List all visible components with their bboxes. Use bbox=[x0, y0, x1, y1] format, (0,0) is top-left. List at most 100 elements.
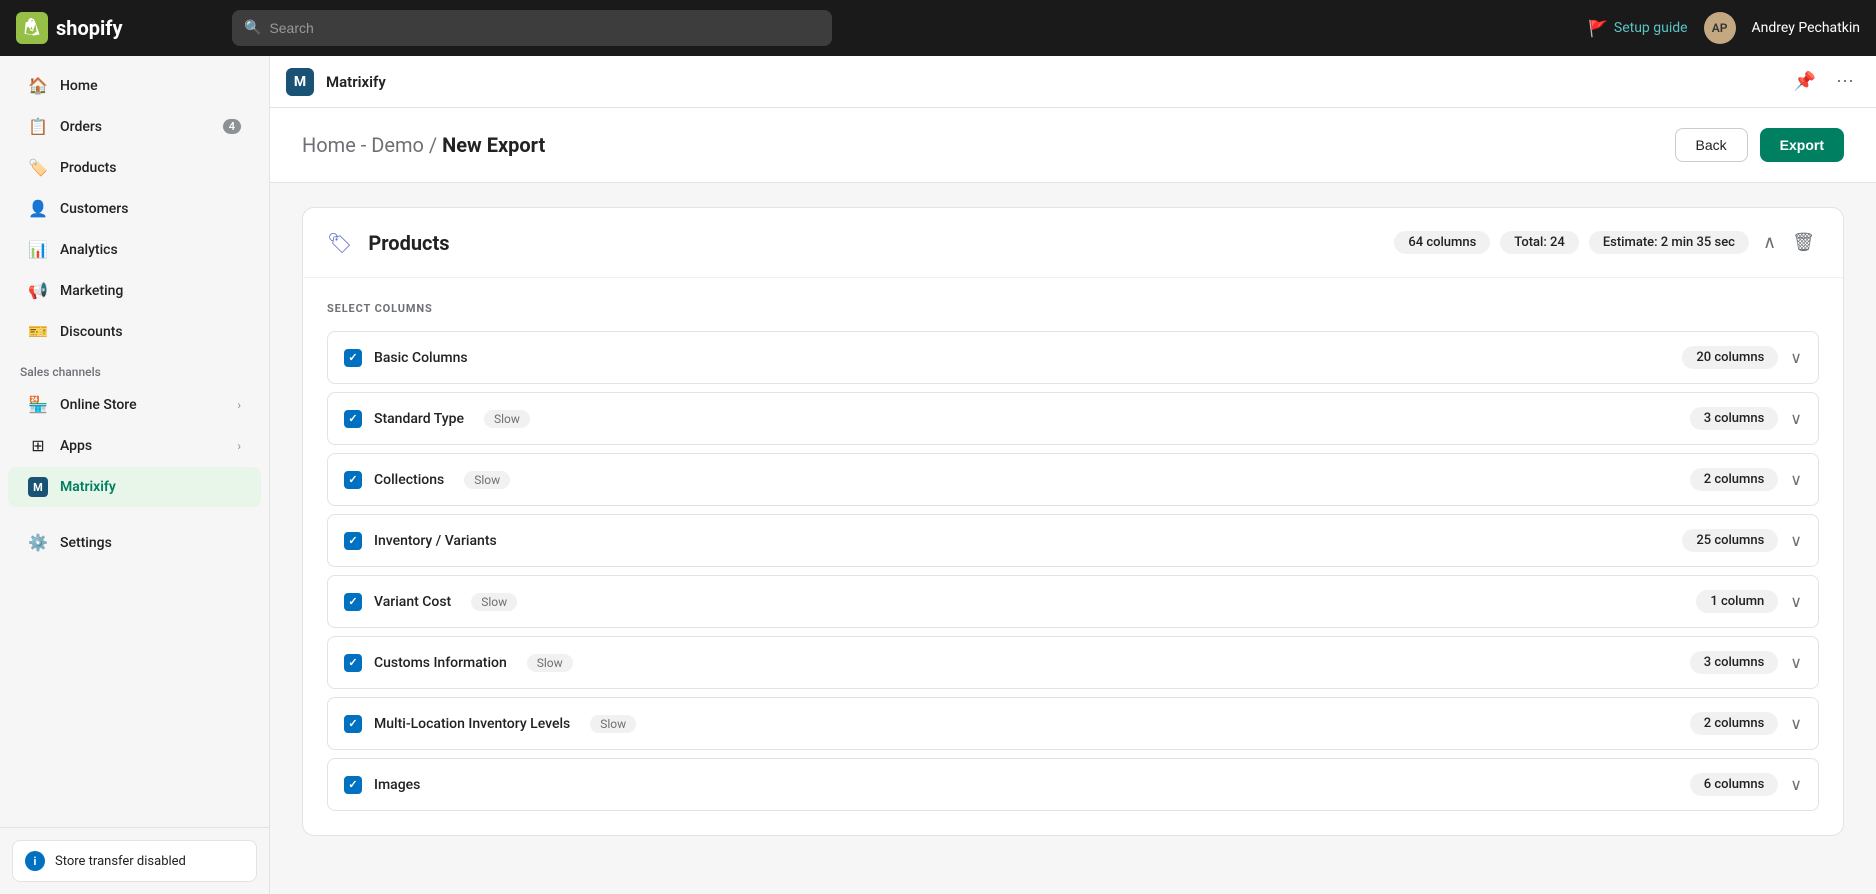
slow-badge: Slow bbox=[484, 410, 530, 428]
inventory-variants-checkbox[interactable] bbox=[344, 532, 362, 550]
standard-type-checkbox[interactable] bbox=[344, 410, 362, 428]
search-input[interactable] bbox=[269, 20, 820, 36]
sidebar-item-apps[interactable]: ⊞ Apps › bbox=[8, 426, 261, 465]
card-header-badges: 64 columns Total: 24 Estimate: 2 min 35 … bbox=[1394, 228, 1819, 257]
checkbox-area: Images bbox=[344, 776, 1690, 794]
column-row: Collections Slow 2 columns ∨ bbox=[327, 453, 1819, 506]
sidebar-item-label: Matrixify bbox=[60, 479, 116, 495]
avatar[interactable]: AP bbox=[1704, 12, 1736, 44]
delete-button[interactable]: 🗑 bbox=[1788, 228, 1819, 257]
expand-button[interactable]: ∨ bbox=[1790, 348, 1802, 368]
shopify-logo-icon bbox=[16, 12, 48, 44]
sidebar-item-products[interactable]: 🏷️ Products bbox=[8, 148, 261, 187]
main-content: 🏷 Products 64 columns Total: 24 Estimate… bbox=[270, 183, 1876, 894]
matrixify-nav-icon: M bbox=[28, 477, 48, 497]
sidebar-item-analytics[interactable]: 📊 Analytics bbox=[8, 230, 261, 269]
customers-icon: 👤 bbox=[28, 199, 48, 218]
discounts-icon: 🎫 bbox=[28, 322, 48, 341]
checkbox-area: Multi-Location Inventory Levels Slow bbox=[344, 715, 1690, 733]
content-area: M Matrixify 📌 ⋯ Home - Demo / New Export… bbox=[270, 56, 1876, 894]
expand-button[interactable]: ∨ bbox=[1790, 653, 1802, 673]
slow-badge: Slow bbox=[471, 593, 517, 611]
sidebar-item-label: Settings bbox=[60, 535, 112, 551]
sidebar-item-customers[interactable]: 👤 Customers bbox=[8, 189, 261, 228]
col-label: Standard Type bbox=[374, 411, 464, 427]
chevron-right-icon: › bbox=[237, 439, 241, 453]
setup-guide-button[interactable]: 🚩 Setup guide bbox=[1588, 19, 1688, 38]
sidebar-nav: 🏠 Home 📋 Orders 4 🏷️ Products 👤 Customer… bbox=[0, 56, 269, 827]
orders-icon: 📋 bbox=[28, 117, 48, 136]
column-row: Standard Type Slow 3 columns ∨ bbox=[327, 392, 1819, 445]
multi-location-checkbox[interactable] bbox=[344, 715, 362, 733]
sidebar-item-label: Orders bbox=[60, 119, 102, 135]
expand-button[interactable]: ∨ bbox=[1790, 531, 1802, 551]
analytics-icon: 📊 bbox=[28, 240, 48, 259]
header-right: 🚩 Setup guide AP Andrey Pechatkin bbox=[1588, 12, 1860, 44]
store-icon: 🏪 bbox=[28, 395, 48, 414]
column-row: Variant Cost Slow 1 column ∨ bbox=[327, 575, 1819, 628]
card-actions: ∧ 🗑 bbox=[1759, 228, 1819, 257]
expand-button[interactable]: ∨ bbox=[1790, 592, 1802, 612]
basic-columns-checkbox[interactable] bbox=[344, 349, 362, 367]
user-name: Andrey Pechatkin bbox=[1752, 20, 1860, 36]
col-label: Customs Information bbox=[374, 655, 507, 671]
slow-badge: Slow bbox=[527, 654, 573, 672]
page-header: Home - Demo / New Export Back Export bbox=[270, 108, 1876, 183]
sidebar-item-online-store[interactable]: 🏪 Online Store › bbox=[8, 385, 261, 424]
sidebar-item-label: Customers bbox=[60, 201, 128, 217]
col-label: Collections bbox=[374, 472, 444, 488]
col-count: 1 column bbox=[1696, 590, 1778, 613]
product-tag-icon: 🏷 bbox=[327, 231, 352, 255]
sidebar-item-label: Online Store bbox=[60, 397, 137, 413]
settings-icon: ⚙️ bbox=[28, 533, 48, 552]
pin-button[interactable]: 📌 bbox=[1788, 67, 1822, 96]
checkbox-area: Customs Information Slow bbox=[344, 654, 1690, 672]
sidebar-item-discounts[interactable]: 🎫 Discounts bbox=[8, 312, 261, 351]
orders-badge: 4 bbox=[223, 119, 241, 134]
export-card: 🏷 Products 64 columns Total: 24 Estimate… bbox=[302, 207, 1844, 836]
sidebar-item-marketing[interactable]: 📢 Marketing bbox=[8, 271, 261, 310]
back-button[interactable]: Back bbox=[1675, 128, 1748, 162]
app-bar-logo: M bbox=[286, 68, 314, 96]
marketing-icon: 📢 bbox=[28, 281, 48, 300]
flag-icon: 🚩 bbox=[1588, 19, 1608, 38]
store-transfer-banner: i Store transfer disabled bbox=[12, 840, 257, 882]
expand-button[interactable]: ∨ bbox=[1790, 714, 1802, 734]
more-button[interactable]: ⋯ bbox=[1830, 67, 1860, 96]
products-icon: 🏷️ bbox=[28, 158, 48, 177]
sidebar-item-orders[interactable]: 📋 Orders 4 bbox=[8, 107, 261, 146]
sidebar-item-matrixify[interactable]: M Matrixify bbox=[8, 467, 261, 507]
col-count: 25 columns bbox=[1682, 529, 1778, 552]
sidebar-item-label: Discounts bbox=[60, 324, 123, 340]
expand-button[interactable]: ∨ bbox=[1790, 775, 1802, 795]
app-bar: M Matrixify 📌 ⋯ bbox=[270, 56, 1876, 108]
sidebar-item-label: Products bbox=[60, 160, 117, 176]
sidebar-item-home[interactable]: 🏠 Home bbox=[8, 66, 261, 105]
col-count: 2 columns bbox=[1690, 712, 1779, 735]
slow-badge: Slow bbox=[464, 471, 510, 489]
chevron-right-icon: › bbox=[237, 398, 241, 412]
collapse-button[interactable]: ∧ bbox=[1759, 228, 1780, 257]
customs-information-checkbox[interactable] bbox=[344, 654, 362, 672]
search-bar[interactable]: 🔍 bbox=[232, 10, 832, 46]
sidebar-item-settings[interactable]: ⚙️ Settings bbox=[8, 523, 261, 562]
logo-area: shopify bbox=[16, 12, 216, 44]
variant-cost-checkbox[interactable] bbox=[344, 593, 362, 611]
images-checkbox[interactable] bbox=[344, 776, 362, 794]
expand-button[interactable]: ∨ bbox=[1790, 409, 1802, 429]
card-title: Products bbox=[368, 231, 449, 255]
col-count: 3 columns bbox=[1690, 407, 1779, 430]
column-row: Inventory / Variants 25 columns ∨ bbox=[327, 514, 1819, 567]
estimate-badge: Estimate: 2 min 35 sec bbox=[1589, 231, 1749, 254]
app-bar-name: Matrixify bbox=[326, 73, 386, 91]
app-bar-actions: 📌 ⋯ bbox=[1788, 67, 1860, 96]
total-badge: Total: 24 bbox=[1500, 231, 1579, 254]
card-body: SELECT COLUMNS Basic Columns 20 columns … bbox=[303, 278, 1843, 835]
apps-icon: ⊞ bbox=[28, 436, 48, 455]
col-count: 20 columns bbox=[1682, 346, 1778, 369]
column-row: Images 6 columns ∨ bbox=[327, 758, 1819, 811]
expand-button[interactable]: ∨ bbox=[1790, 470, 1802, 490]
checkbox-area: Basic Columns bbox=[344, 349, 1682, 367]
export-button[interactable]: Export bbox=[1760, 128, 1844, 162]
collections-checkbox[interactable] bbox=[344, 471, 362, 489]
